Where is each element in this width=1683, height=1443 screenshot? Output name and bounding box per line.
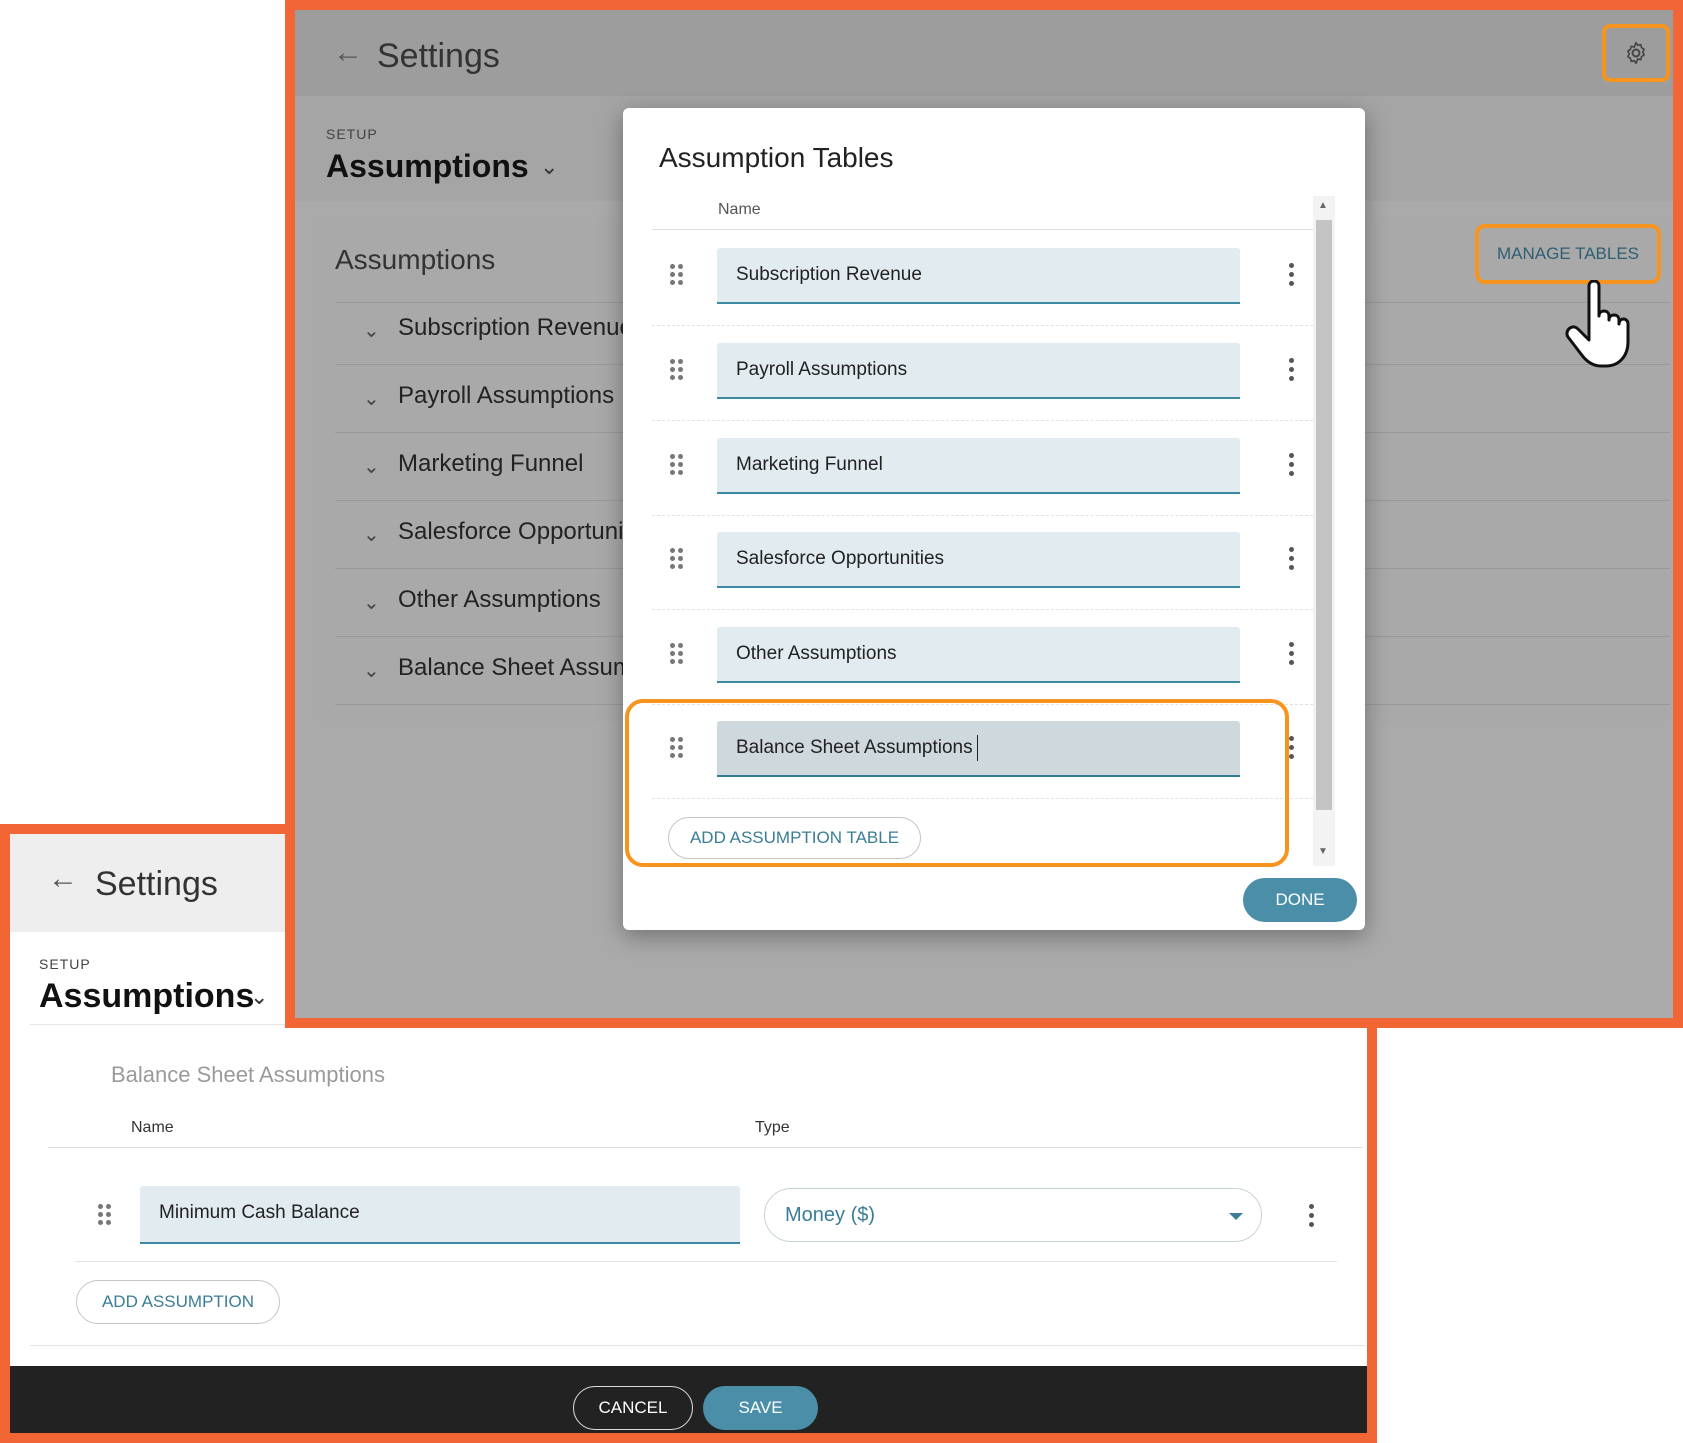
- save-button[interactable]: SAVE: [703, 1386, 818, 1430]
- list-item: Marketing Funnel: [652, 420, 1313, 516]
- more-vertical-icon[interactable]: [1289, 736, 1295, 760]
- more-vertical-icon[interactable]: [1289, 263, 1295, 287]
- more-vertical-icon[interactable]: [1309, 1204, 1315, 1228]
- divider: [75, 1261, 1337, 1262]
- page-title: Settings: [377, 37, 500, 75]
- list-item: Other Assumptions: [652, 609, 1313, 705]
- table-name-input[interactable]: Other Assumptions: [717, 627, 1240, 683]
- chevron-down-icon: ⌄: [363, 320, 380, 342]
- add-assumption-button[interactable]: ADD ASSUMPTION: [76, 1280, 280, 1324]
- table-name-input[interactable]: Payroll Assumptions: [717, 343, 1240, 399]
- drag-handle-icon[interactable]: [670, 454, 684, 476]
- column-header-name: Name: [718, 201, 761, 218]
- drag-handle-icon[interactable]: [670, 548, 684, 570]
- select-value: Money ($): [785, 1204, 876, 1226]
- manage-tables-button[interactable]: MANAGE TABLES: [1475, 224, 1661, 284]
- drag-handle-icon[interactable]: [98, 1204, 112, 1226]
- gear-icon: [1627, 41, 1645, 65]
- highlight-box: [625, 699, 1289, 867]
- chevron-down-icon[interactable]: ⌄: [540, 154, 558, 180]
- arrow-left-icon[interactable]: ←: [333, 36, 363, 70]
- modal-title: Assumption Tables: [659, 142, 894, 173]
- top-screenshot-frame: ← Settings SETUP Assumptions ⌄ Assumptio…: [285, 0, 1683, 1028]
- chevron-down-icon[interactable]: ⌄: [250, 984, 268, 1010]
- column-header-type: Type: [755, 1119, 790, 1136]
- column-header-name: Name: [131, 1119, 174, 1136]
- drag-handle-icon[interactable]: [670, 264, 684, 286]
- assumptions-title[interactable]: Assumptions: [39, 977, 254, 1016]
- setup-label: SETUP: [326, 126, 378, 142]
- settings-gear-button[interactable]: [1602, 24, 1670, 82]
- list-item: Salesforce Opportunities: [652, 514, 1313, 610]
- more-vertical-icon[interactable]: [1289, 358, 1295, 382]
- drag-handle-icon[interactable]: [670, 643, 684, 665]
- more-vertical-icon[interactable]: [1289, 547, 1295, 571]
- table-name-input[interactable]: Salesforce Opportunities: [717, 532, 1240, 588]
- more-vertical-icon[interactable]: [1289, 642, 1295, 666]
- section-title: Balance Sheet Assumptions: [111, 1062, 385, 1087]
- chevron-down-icon: ⌄: [363, 456, 380, 478]
- chevron-down-icon: ⌄: [363, 524, 380, 546]
- list-item: Subscription Revenue: [652, 230, 1313, 326]
- assumption-type-select[interactable]: Money ($): [764, 1188, 1262, 1242]
- done-button[interactable]: DONE: [1243, 878, 1357, 922]
- divider: [30, 1345, 1365, 1346]
- chevron-down-icon: ⌄: [363, 592, 380, 614]
- settings-header: ← Settings: [295, 10, 1673, 96]
- setup-label: SETUP: [39, 956, 91, 972]
- table-name-input[interactable]: Marketing Funnel: [717, 438, 1240, 494]
- cancel-button[interactable]: CANCEL: [573, 1386, 693, 1430]
- card-title: Assumptions: [335, 244, 496, 275]
- assumption-name-input[interactable]: Minimum Cash Balance: [140, 1186, 740, 1244]
- hand-pointer-icon: [1565, 280, 1630, 368]
- scrollbar[interactable]: ▲ ▼: [1313, 196, 1335, 866]
- more-vertical-icon[interactable]: [1289, 453, 1295, 477]
- drag-handle-icon[interactable]: [670, 359, 684, 381]
- scroll-thumb[interactable]: [1316, 220, 1332, 810]
- scroll-up-icon[interactable]: ▲: [1318, 200, 1328, 211]
- page-title: Settings: [95, 865, 218, 903]
- scroll-down-icon[interactable]: ▼: [1318, 846, 1328, 857]
- list-item: Payroll Assumptions: [652, 325, 1313, 421]
- arrow-left-icon[interactable]: ←: [48, 862, 78, 896]
- chevron-down-icon: ⌄: [363, 388, 380, 410]
- table-name-input[interactable]: Subscription Revenue: [717, 248, 1240, 304]
- chevron-down-icon: ⌄: [363, 660, 380, 682]
- assumptions-title[interactable]: Assumptions: [326, 148, 529, 185]
- divider: [48, 1147, 1363, 1148]
- caret-down-icon: [1229, 1213, 1243, 1220]
